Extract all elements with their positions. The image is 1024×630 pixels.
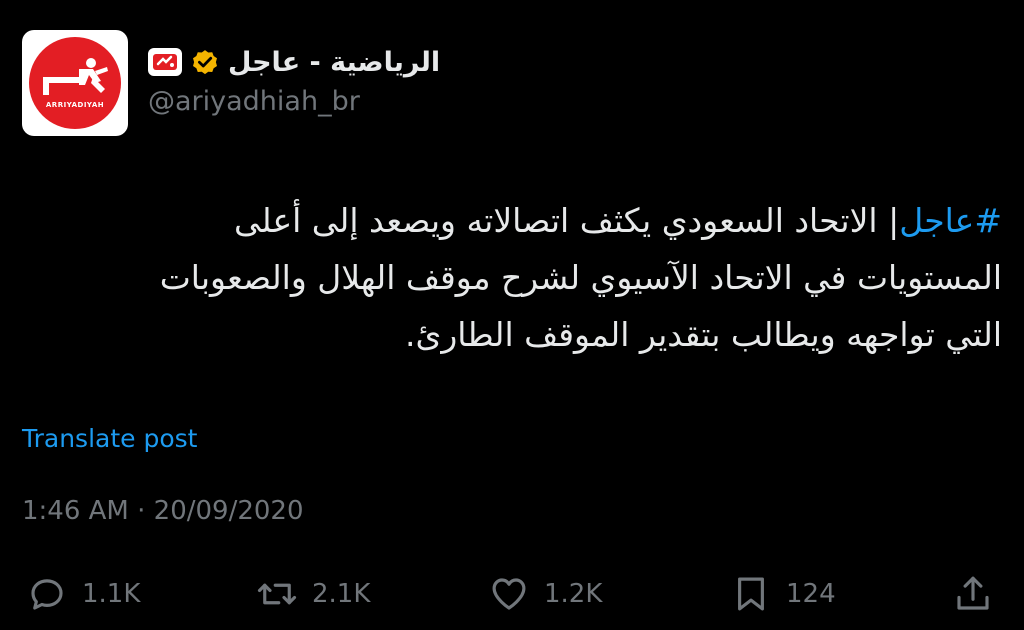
translate-post-link[interactable]: Translate post: [22, 424, 197, 453]
user-handle[interactable]: @ariyadhiah_br: [148, 86, 360, 117]
share-icon: [957, 576, 989, 610]
avatar-logo-text: ARRIYADIYAH: [45, 101, 105, 109]
reply-button[interactable]: 1.1K: [26, 570, 140, 618]
like-button[interactable]: 1.2K: [488, 570, 602, 618]
hashtag-link[interactable]: #عاجل: [899, 201, 1002, 240]
retweet-button[interactable]: 2.1K: [256, 570, 370, 618]
tweet-line-1-text: | الاتحاد السعودي يكثف اتصالاته ويصعد إل…: [234, 201, 900, 240]
tweet-text: #عاجل| الاتحاد السعودي يكثف اتصالاته ويص…: [22, 192, 1002, 363]
reply-icon: [31, 579, 63, 610]
author-name-row: الرياضية - عاجل: [148, 40, 440, 84]
post-timestamp[interactable]: 1:46 AM · 20/09/2020: [22, 496, 304, 526]
like-count: 1.2K: [544, 579, 603, 609]
share-button[interactable]: [952, 570, 994, 618]
bookmark-icon: [738, 577, 764, 611]
display-name[interactable]: الرياضية - عاجل: [228, 47, 440, 78]
tweet-line-3: التي تواجهه ويطالب بتقدير الموقف الطارئ.: [405, 315, 1002, 354]
tweet-line-1: #عاجل| الاتحاد السعودي يكثف اتصالاته ويص…: [22, 192, 1002, 249]
heart-icon: [492, 578, 526, 610]
action-bar: 1.1K 2.1K 1.2K 124: [22, 570, 1002, 618]
avatar-logo: ARRIYADIYAH: [29, 37, 121, 129]
runner-logo-icon: [43, 58, 108, 95]
retweet-count: 2.1K: [312, 579, 371, 609]
retweet-icon: [257, 583, 297, 605]
affiliate-badge-icon[interactable]: [148, 48, 182, 76]
avatar[interactable]: ARRIYADIYAH: [22, 30, 128, 136]
verified-badge-icon[interactable]: [190, 47, 220, 77]
reply-count: 1.1K: [82, 579, 141, 609]
tweet-line-2: المستويات في الاتحاد الآسيوي لشرح موقف ا…: [159, 258, 1002, 297]
bookmark-count: 124: [786, 579, 836, 609]
bookmark-button[interactable]: 124: [730, 570, 836, 618]
